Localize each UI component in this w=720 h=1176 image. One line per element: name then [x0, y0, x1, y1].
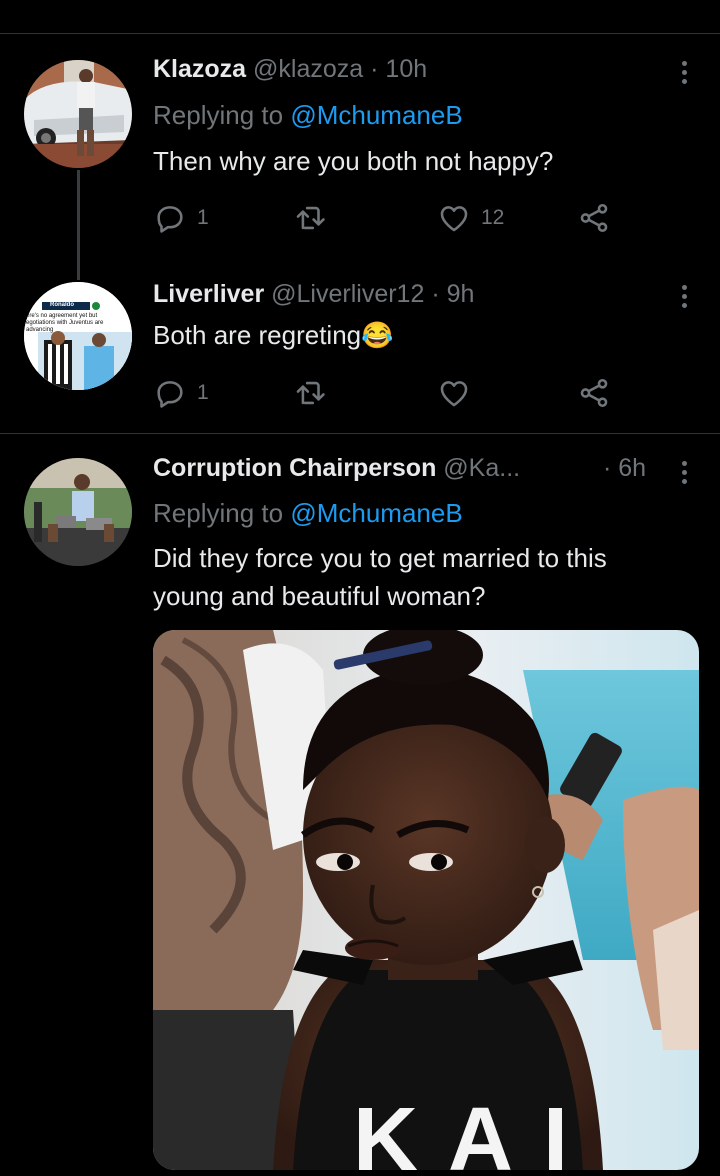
- display-name[interactable]: Klazoza: [153, 55, 246, 83]
- replying-to-link[interactable]: @MchumaneB: [290, 498, 462, 528]
- handle[interactable]: @klazoza: [253, 55, 363, 83]
- reply-count: 1: [197, 206, 209, 229]
- tweet-header: Liverliver @Liverliver12 · 9h: [153, 280, 474, 309]
- tweet-text: Then why are you both not happy?: [153, 146, 554, 176]
- handle[interactable]: @Liverliver12: [271, 280, 424, 308]
- reply-button[interactable]: 1: [153, 198, 209, 238]
- share-button[interactable]: [577, 373, 611, 413]
- retweet-button[interactable]: [293, 198, 337, 238]
- shirt-letters: KAI: [353, 1090, 598, 1170]
- reply-icon: [157, 206, 183, 233]
- avatar[interactable]: [24, 60, 132, 168]
- like-icon: [440, 206, 468, 232]
- avatar-caption-line: advancing: [26, 327, 54, 333]
- retweet-icon: [296, 206, 325, 230]
- display-name[interactable]: Corruption Chairperson: [153, 454, 436, 482]
- tweet-text-line: Did they force you to get married to thi…: [153, 543, 607, 573]
- tweet-liverliver[interactable]: Ronaldo ere's no agreement yet but egoti…: [0, 260, 720, 432]
- reply-button[interactable]: 1: [153, 373, 209, 413]
- tweet-text: Did they force you to get married to thi…: [153, 539, 607, 615]
- display-name[interactable]: Liverliver: [153, 280, 264, 308]
- replying-to: Replying to @MchumaneB: [153, 96, 463, 134]
- reply-icon: [157, 381, 183, 408]
- share-icon: [580, 378, 608, 408]
- timestamp[interactable]: · 9h: [431, 280, 474, 308]
- share-button[interactable]: [577, 198, 611, 238]
- replying-to-link[interactable]: @MchumaneB: [290, 100, 462, 130]
- retweet-icon: [296, 381, 325, 405]
- timestamp[interactable]: · 10h: [370, 55, 427, 83]
- share-icon: [580, 203, 608, 233]
- handle[interactable]: @Ka...: [443, 454, 520, 482]
- like-count: 12: [481, 206, 505, 229]
- avatar[interactable]: [24, 458, 132, 566]
- replying-prefix: Replying to: [153, 498, 284, 528]
- timestamp[interactable]: · 6h: [603, 454, 646, 483]
- tweet-media-image[interactable]: KAI: [153, 630, 699, 1170]
- avatar-caption-line: egotiations with Juventus are: [26, 320, 104, 326]
- tweet-actions: 1: [153, 373, 633, 413]
- more-icon[interactable]: [672, 458, 696, 488]
- retweet-button[interactable]: [293, 373, 337, 413]
- like-button[interactable]: 12: [437, 198, 504, 238]
- more-icon[interactable]: [672, 282, 696, 312]
- tweet-actions: 1 12: [153, 198, 633, 238]
- avatar-caption: ere's no agreement yet but egotiations w…: [26, 313, 130, 334]
- like-icon: [440, 381, 468, 407]
- reply-count: 1: [197, 381, 209, 404]
- tweet-header: Klazoza @klazoza · 10h: [153, 55, 427, 84]
- like-button[interactable]: [437, 373, 481, 413]
- avatar[interactable]: Ronaldo ere's no agreement yet but egoti…: [24, 282, 132, 390]
- replying-to: Replying to @MchumaneB: [153, 494, 463, 532]
- tweet-text-line: young and beautiful woman?: [153, 581, 486, 611]
- tweet-text: Both are regreting😂: [153, 320, 394, 350]
- replying-prefix: Replying to: [153, 100, 284, 130]
- more-icon[interactable]: [672, 58, 696, 88]
- tweet-klazoza[interactable]: Klazoza @klazoza · 10h Replying to @Mchu…: [0, 0, 720, 280]
- avatar-caption-line: ere's no agreement yet but: [26, 313, 98, 319]
- tweet-header: Corruption Chairperson @Ka... · 6h: [153, 454, 646, 483]
- avatar-tag: Ronaldo: [50, 302, 74, 308]
